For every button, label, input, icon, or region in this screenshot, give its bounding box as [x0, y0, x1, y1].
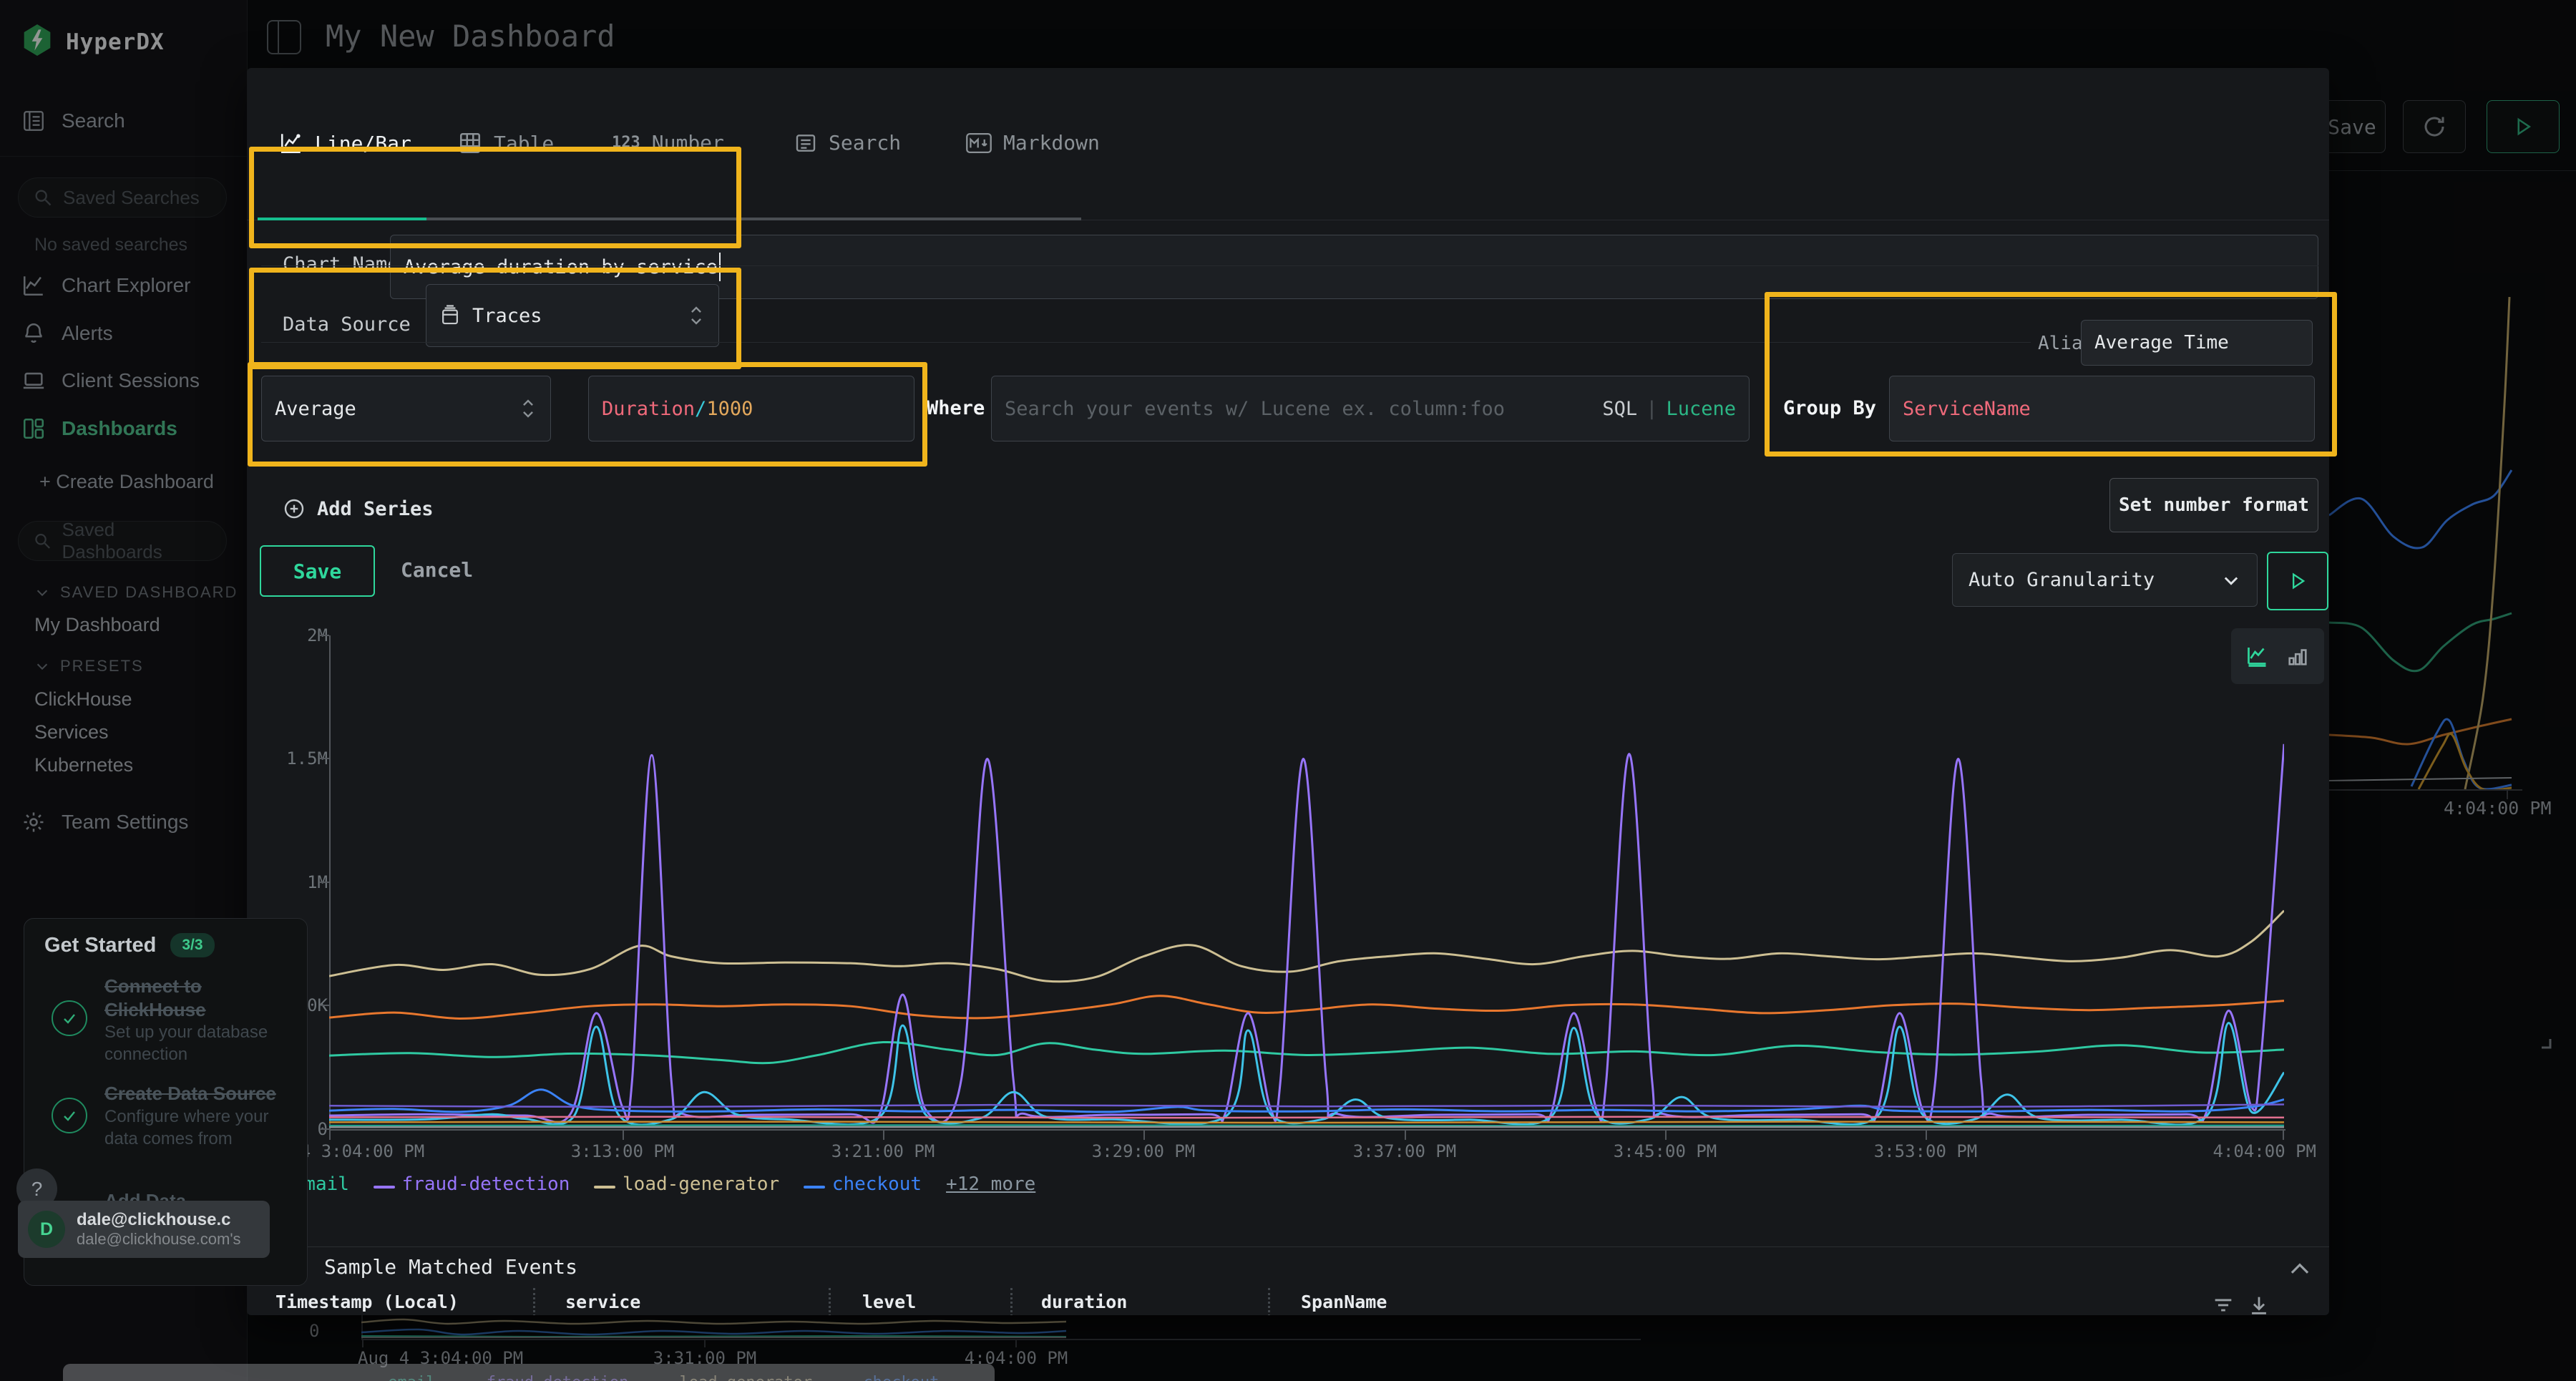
main-chart[interactable]	[329, 635, 2284, 1129]
plus-circle-icon	[283, 497, 306, 520]
user-menu[interactable]: D dale@clickhouse.c dale@clickhouse.com'…	[18, 1201, 270, 1258]
collapse-section-icon[interactable]	[2286, 1256, 2313, 1283]
onboarding-step[interactable]: Connect to ClickHouse Set up your databa…	[52, 975, 291, 1065]
app-screen: HyperDX Search Saved Searches No saved s…	[0, 0, 2576, 1381]
search-list-icon	[794, 132, 817, 155]
group-by-input[interactable]: ServiceName	[1889, 376, 2315, 441]
legend-more-link[interactable]: +12 more	[946, 1173, 1035, 1195]
aggregation-select[interactable]: Average	[261, 376, 551, 441]
active-tab-indicator	[258, 218, 426, 220]
user-team: dale@clickhouse.com's	[77, 1230, 241, 1249]
x-tick-label: 3:13:00 PM	[571, 1141, 675, 1161]
database-icon	[439, 304, 461, 327]
data-source-label: Data Source	[283, 313, 411, 336]
avatar: D	[28, 1211, 65, 1248]
where-search-input[interactable]: Search your events w/ Lucene ex. column:…	[991, 376, 1750, 441]
number-123-icon: 123	[612, 134, 640, 152]
legend-item[interactable]: fraud-detection	[374, 1173, 570, 1195]
sample-events-header[interactable]: Sample Matched Events	[283, 1254, 577, 1279]
download-icon[interactable]	[2247, 1293, 2271, 1315]
column-header-timestamp[interactable]: Timestamp (Local)	[275, 1292, 459, 1312]
x-tick-label: 3:21:00 PM	[831, 1141, 935, 1161]
legend-item[interactable]: checkout	[804, 1173, 922, 1195]
where-label: Where	[927, 397, 985, 419]
tab-number[interactable]: 123 Number	[612, 131, 724, 155]
chart-name-label: Chart Name	[283, 253, 399, 275]
column-header-service[interactable]: service	[565, 1292, 640, 1312]
x-tick-label: 3:45:00 PM	[1614, 1141, 1717, 1161]
add-series-button[interactable]: Add Series	[283, 497, 434, 520]
progress-badge: 3/3	[170, 933, 214, 957]
x-tick-label: 3:37:00 PM	[1353, 1141, 1457, 1161]
lucene-mode-toggle[interactable]: Lucene	[1666, 398, 1736, 420]
play-icon	[2288, 571, 2308, 591]
onboarding-step[interactable]: Create Data Source Configure where your …	[52, 1082, 291, 1150]
series-divider	[261, 342, 2031, 343]
tab-line-bar[interactable]: Line/Bar	[279, 131, 411, 155]
x-tick-label: 3:53:00 PM	[1874, 1141, 1978, 1161]
filter-icon[interactable]	[2211, 1293, 2235, 1315]
group-by-label: Group By	[1783, 397, 1876, 419]
save-button[interactable]: Save	[260, 545, 375, 597]
alias-input[interactable]: Average Time	[2081, 320, 2313, 366]
user-email: dale@clickhouse.c	[77, 1210, 241, 1230]
updown-chevrons-icon	[687, 303, 706, 328]
legend-item[interactable]: load-generator	[594, 1173, 779, 1195]
chart-legend: email fraud-detection load-generator che…	[265, 1173, 1035, 1195]
markdown-icon	[966, 132, 992, 154]
table-icon	[458, 131, 482, 155]
x-tick-label: 3:29:00 PM	[1092, 1141, 1196, 1161]
chevron-down-icon	[2221, 570, 2241, 590]
x-tick-label: 4:04:00 PM	[2213, 1141, 2317, 1161]
text-cursor	[719, 253, 721, 281]
granularity-select[interactable]: Auto Granularity	[1952, 553, 2258, 607]
row-divider	[261, 265, 2318, 266]
field-expression-input[interactable]: Duration/1000	[588, 376, 914, 441]
bar-mode-icon	[2285, 644, 2310, 668]
line-chart-icon	[279, 131, 303, 155]
check-icon	[52, 1098, 87, 1133]
data-source-select[interactable]: Traces	[426, 284, 719, 347]
sql-mode-toggle[interactable]: SQL	[1602, 398, 1637, 420]
cancel-button[interactable]: Cancel	[401, 558, 473, 582]
check-icon	[52, 1000, 87, 1036]
column-header-level[interactable]: level	[862, 1292, 916, 1312]
column-header-spanname[interactable]: SpanName	[1301, 1292, 1387, 1312]
tab-search[interactable]: Search	[794, 131, 901, 155]
get-started-title: Get Started	[44, 934, 156, 957]
section-divider	[247, 1246, 2329, 1247]
tab-table[interactable]: Table	[458, 131, 554, 155]
updown-chevrons-icon	[519, 396, 537, 421]
column-header-duration[interactable]: duration	[1041, 1292, 1127, 1312]
edit-chart-modal: Line/Bar Table 123 Number Search Markdow…	[247, 68, 2329, 1315]
run-chart-button[interactable]	[2267, 552, 2328, 610]
bottom-overlay-bar	[63, 1364, 995, 1381]
set-number-format-button[interactable]: Set number format	[2109, 478, 2318, 532]
tab-markdown[interactable]: Markdown	[966, 131, 1100, 155]
